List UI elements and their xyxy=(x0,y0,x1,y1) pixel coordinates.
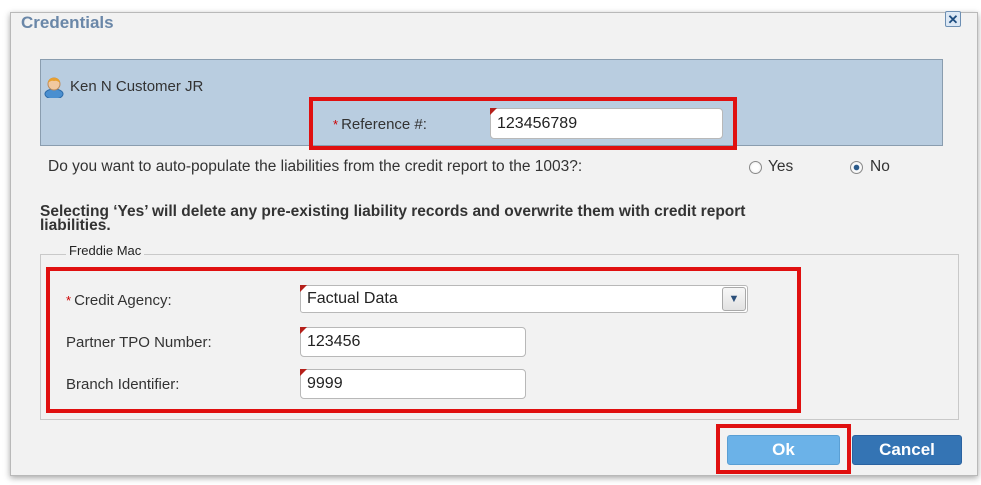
liabilities-warning: Selecting ‘Yes’ will delete any pre-exis… xyxy=(40,203,900,234)
branch-identifier-label: Branch Identifier: xyxy=(66,376,180,393)
ok-button[interactable]: Ok xyxy=(727,435,840,465)
branch-identifier-input[interactable] xyxy=(300,369,526,399)
credit-agency-select[interactable]: Factual Data ▼ xyxy=(300,285,748,313)
cancel-button[interactable]: Cancel xyxy=(852,435,962,465)
yes-radio[interactable] xyxy=(749,161,762,174)
chevron-down-icon[interactable]: ▼ xyxy=(722,287,746,311)
user-avatar-icon xyxy=(44,76,64,100)
warning-line-2: liabilities. xyxy=(40,217,111,234)
borrower-name: Ken N Customer JR xyxy=(70,78,204,95)
credit-agency-value: Factual Data xyxy=(307,290,398,307)
freddie-mac-legend: Freddie Mac xyxy=(66,243,145,258)
partner-tpo-input[interactable] xyxy=(300,327,526,357)
dialog-title: Credentials xyxy=(21,13,114,32)
no-label[interactable]: No xyxy=(870,158,890,176)
reference-label: * Reference #: xyxy=(333,116,427,133)
required-marker xyxy=(300,327,307,334)
yes-label[interactable]: Yes xyxy=(768,158,793,176)
credit-agency-label: * Credit Agency: xyxy=(66,292,172,309)
required-marker xyxy=(300,285,307,292)
liabilities-question: Do you want to auto-populate the liabili… xyxy=(48,158,583,175)
no-radio[interactable] xyxy=(850,161,863,174)
warning-line-1: Selecting ‘Yes’ will delete any pre-exis… xyxy=(40,203,746,220)
required-marker xyxy=(300,369,307,376)
required-marker xyxy=(490,108,497,115)
close-icon[interactable]: ✕ xyxy=(945,11,961,27)
partner-tpo-label: Partner TPO Number: xyxy=(66,334,212,351)
reference-number-input[interactable] xyxy=(490,108,723,139)
